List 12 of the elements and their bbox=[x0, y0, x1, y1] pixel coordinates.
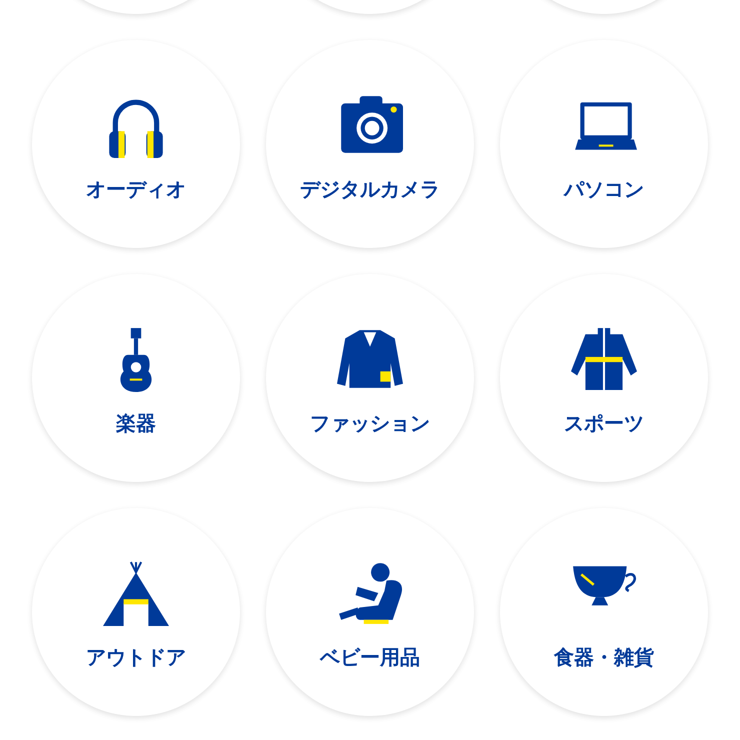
category-button[interactable]: パソコン bbox=[500, 40, 708, 248]
category-button[interactable]: 食器・雑貨 bbox=[500, 508, 708, 716]
tent-icon bbox=[103, 560, 169, 626]
category-button[interactable]: スポーツ bbox=[500, 274, 708, 482]
category-button[interactable]: 楽器 bbox=[32, 274, 240, 482]
category-button[interactable]: オーディオ bbox=[32, 40, 240, 248]
coat-icon bbox=[571, 326, 637, 392]
category-button[interactable]: アウトドア bbox=[32, 508, 240, 716]
category-button[interactable]: ベビー用品 bbox=[266, 508, 474, 716]
category-button[interactable]: ファッション bbox=[266, 274, 474, 482]
child-seat-icon bbox=[337, 560, 403, 626]
category-button[interactable]: デジタルカメラ bbox=[266, 40, 474, 248]
